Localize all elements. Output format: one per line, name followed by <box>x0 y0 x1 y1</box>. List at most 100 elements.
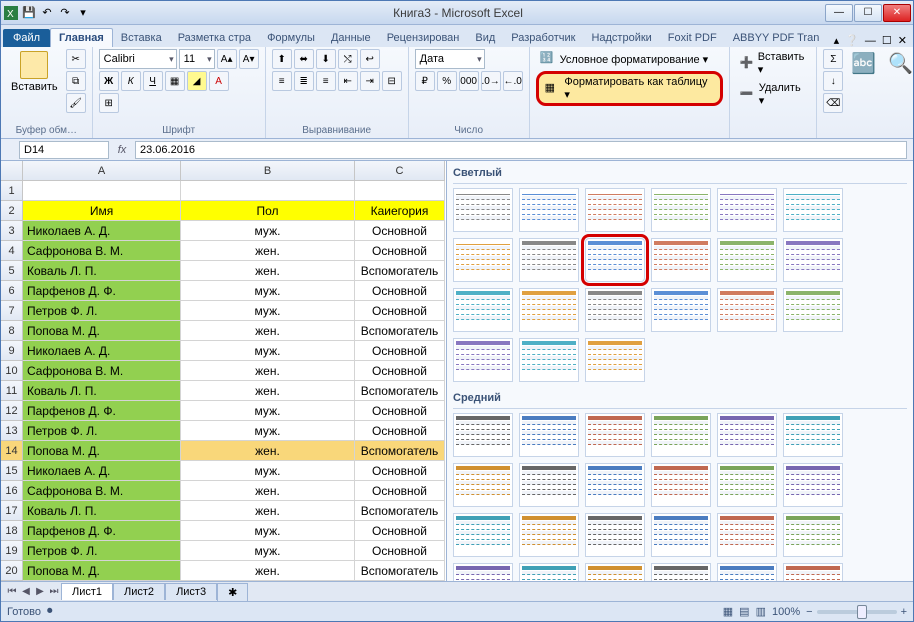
align-right-icon[interactable]: ≡ <box>316 71 336 91</box>
sheet-tab-new[interactable]: ✱ <box>217 583 248 601</box>
window-restore-icon[interactable]: ☐ <box>882 34 892 47</box>
row-header-5[interactable]: 5 <box>1 261 23 281</box>
cell-category[interactable]: Основной <box>355 401 445 421</box>
font-name-combo[interactable]: Calibri <box>99 49 177 69</box>
col-header-A[interactable]: A <box>23 161 181 181</box>
sheet-tab-active[interactable]: Лист1 <box>61 583 113 600</box>
table-style-thumb[interactable] <box>453 288 513 332</box>
merge-icon[interactable]: ⊟ <box>382 71 402 91</box>
font-size-combo[interactable]: 11 <box>179 49 215 69</box>
cell-gender[interactable]: жен. <box>181 241 355 261</box>
table-style-thumb[interactable] <box>519 513 579 557</box>
tab-addins[interactable]: Надстройки <box>583 29 659 47</box>
table-style-thumb[interactable] <box>651 413 711 457</box>
cell-blank[interactable] <box>355 181 445 201</box>
name-box[interactable]: D14 <box>19 141 109 159</box>
row-header-20[interactable]: 20 <box>1 561 23 581</box>
table-style-thumb[interactable] <box>453 463 513 507</box>
currency-icon[interactable]: ₽ <box>415 71 435 91</box>
cell-name[interactable]: Парфенов Д. Ф. <box>23 281 181 301</box>
cell-name[interactable]: Петров Ф. Л. <box>23 541 181 561</box>
row-header-16[interactable]: 16 <box>1 481 23 501</box>
table-style-thumb[interactable] <box>783 238 843 282</box>
wrap-text-icon[interactable]: ↩ <box>360 49 380 69</box>
sort-filter-button[interactable]: 🔤 <box>847 49 880 78</box>
cell-gender[interactable]: муж. <box>181 461 355 481</box>
table-style-thumb[interactable] <box>519 463 579 507</box>
tab-developer[interactable]: Разработчик <box>503 29 583 47</box>
align-top-icon[interactable]: ⬆ <box>272 49 292 69</box>
table-style-thumb[interactable] <box>519 563 579 581</box>
table-style-thumb[interactable] <box>717 288 777 332</box>
tab-foxit[interactable]: Foxit PDF <box>660 29 725 47</box>
copy-icon[interactable]: ⧉ <box>66 71 86 91</box>
table-style-thumb[interactable] <box>717 563 777 581</box>
tab-view[interactable]: Вид <box>467 29 503 47</box>
cell-name[interactable]: Сафронова В. М. <box>23 361 181 381</box>
table-style-thumb[interactable] <box>453 188 513 232</box>
clear-icon[interactable]: ⌫ <box>823 93 843 113</box>
maximize-button[interactable]: ☐ <box>854 4 882 22</box>
row-header-8[interactable]: 8 <box>1 321 23 341</box>
row-header-14[interactable]: 14 <box>1 441 23 461</box>
cell-gender[interactable]: жен. <box>181 561 355 581</box>
cell-name[interactable]: Сафронова В. М. <box>23 241 181 261</box>
tab-nav-next-icon[interactable]: ▶ <box>33 586 47 597</box>
macro-record-icon[interactable]: ⏺ <box>47 605 53 618</box>
cell-gender[interactable]: жен. <box>181 441 355 461</box>
cell-category[interactable]: Вспомогатель <box>355 321 445 341</box>
cell-name[interactable]: Попова М. Д. <box>23 321 181 341</box>
header-cell-a[interactable]: Имя <box>23 201 181 221</box>
table-style-thumb[interactable] <box>783 188 843 232</box>
fill-icon[interactable]: ↓ <box>823 71 843 91</box>
decrease-decimal-icon[interactable]: ←.0 <box>503 71 523 91</box>
table-style-thumb[interactable] <box>717 188 777 232</box>
tab-nav-first-icon[interactable]: ⏮ <box>5 586 19 597</box>
cell-category[interactable]: Вспомогатель <box>355 381 445 401</box>
table-style-thumb[interactable] <box>783 413 843 457</box>
increase-indent-icon[interactable]: ⇥ <box>360 71 380 91</box>
grow-font-icon[interactable]: A▴ <box>217 49 237 69</box>
tab-insert[interactable]: Вставка <box>113 29 170 47</box>
cell-gender[interactable]: муж. <box>181 221 355 241</box>
zoom-level[interactable]: 100% <box>772 606 800 618</box>
zoom-slider[interactable] <box>817 610 897 614</box>
cell-category[interactable]: Основной <box>355 301 445 321</box>
view-normal-icon[interactable]: ▦ <box>723 605 733 618</box>
table-style-thumb[interactable] <box>783 463 843 507</box>
paste-button[interactable]: Вставить <box>7 49 62 95</box>
table-style-thumb[interactable] <box>519 188 579 232</box>
fx-icon[interactable]: fx <box>113 144 131 156</box>
row-header-1[interactable]: 1 <box>1 181 23 201</box>
tab-home[interactable]: Главная <box>50 28 113 47</box>
table-style-thumb[interactable] <box>585 463 645 507</box>
bold-icon[interactable]: Ж <box>99 71 119 91</box>
table-style-thumb[interactable] <box>585 188 645 232</box>
cell-category[interactable]: Основной <box>355 521 445 541</box>
cell-gender[interactable]: жен. <box>181 481 355 501</box>
border-icon[interactable]: ▦ <box>165 71 185 91</box>
row-header-19[interactable]: 19 <box>1 541 23 561</box>
underline-icon[interactable]: Ч <box>143 71 163 91</box>
number-format-combo[interactable]: Дата <box>415 49 485 69</box>
row-header-6[interactable]: 6 <box>1 281 23 301</box>
cell-category[interactable]: Вспомогатель <box>355 441 445 461</box>
row-header-18[interactable]: 18 <box>1 521 23 541</box>
table-style-thumb[interactable] <box>651 513 711 557</box>
insert-cells-button[interactable]: ➕ Вставить ▾ <box>736 49 811 78</box>
cell-gender[interactable]: жен. <box>181 261 355 281</box>
cell-category[interactable]: Основной <box>355 421 445 441</box>
cell-name[interactable]: Коваль Л. П. <box>23 501 181 521</box>
table-style-thumb[interactable] <box>519 338 579 382</box>
cell-gender[interactable]: муж. <box>181 401 355 421</box>
table-style-thumb[interactable] <box>717 413 777 457</box>
tab-data[interactable]: Данные <box>323 29 379 47</box>
shrink-font-icon[interactable]: A▾ <box>239 49 259 69</box>
cell-name[interactable]: Сафронова В. М. <box>23 481 181 501</box>
table-style-thumb[interactable] <box>651 563 711 581</box>
cell-gender[interactable]: муж. <box>181 281 355 301</box>
undo-icon[interactable]: ↶ <box>39 5 55 21</box>
table-style-thumb[interactable] <box>717 463 777 507</box>
table-style-thumb[interactable] <box>585 288 645 332</box>
cell-category[interactable]: Основной <box>355 481 445 501</box>
